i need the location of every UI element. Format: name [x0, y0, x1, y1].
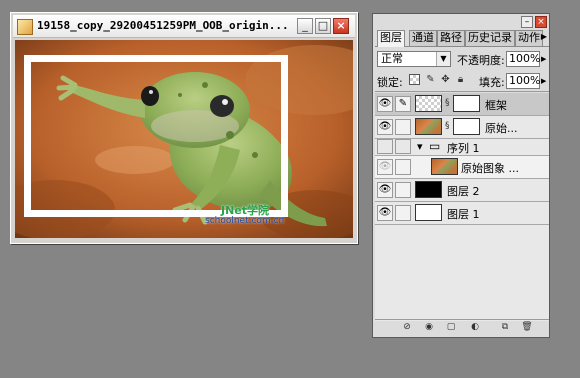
- minimize-button[interactable]: _: [297, 18, 313, 34]
- link-slot[interactable]: [395, 205, 411, 221]
- palette-minimize-button[interactable]: –: [521, 16, 533, 28]
- layer-name: 原始图象 ...: [461, 162, 519, 175]
- layer-row-original-image[interactable]: 👁︎ 原始图象 ...: [375, 156, 549, 179]
- layer-name: 框架: [485, 99, 507, 112]
- palette-bottom-bar: ⊘ ◉ ▢ ◐ ⧉ 🗑︎: [375, 319, 549, 335]
- chain-link-icon[interactable]: §: [445, 98, 450, 108]
- folder-icon: ▭: [429, 139, 441, 153]
- layer-mask-thumbnail[interactable]: [453, 95, 480, 112]
- fill-slider-arrow-icon[interactable]: ▶: [541, 77, 546, 85]
- lock-move-icon[interactable]: ✥: [440, 74, 451, 85]
- palette-tabs: 图层 通道 路径 历史记录 动作 ▶: [375, 30, 549, 47]
- layer-thumbnail: [415, 204, 442, 221]
- tab-channels[interactable]: 通道: [409, 30, 437, 46]
- new-set-icon[interactable]: ◐: [469, 321, 481, 333]
- layer-name: 序列 1: [447, 142, 480, 155]
- lock-label: 锁定:: [377, 76, 403, 89]
- photoshop-document-icon: [17, 19, 33, 35]
- blend-opacity-row: 正常 ▼ 不透明度: 100% ▶: [375, 50, 549, 70]
- tab-layers[interactable]: 图层: [377, 30, 405, 47]
- eye-icon[interactable]: 👁︎: [377, 119, 393, 135]
- layer-row-frame[interactable]: 👁︎ ✎ § 框架: [375, 93, 549, 116]
- fill-input[interactable]: 100%: [506, 73, 540, 89]
- maximize-button[interactable]: □: [315, 18, 331, 34]
- watermark-url: schoolnet.com.cn: [205, 216, 285, 226]
- layer-thumbnail: [431, 158, 458, 175]
- eye-slot[interactable]: [377, 139, 393, 154]
- lock-transparency-icon[interactable]: [409, 74, 420, 85]
- blend-mode-select[interactable]: 正常 ▼: [377, 51, 451, 67]
- blend-mode-value: 正常: [381, 52, 403, 65]
- lock-all-icon[interactable]: 🔒︎: [455, 74, 466, 85]
- layers-list: 👁︎ ✎ § 框架 👁︎ § 原始... ▾ ▭ 序列 1 👁︎ 原始图象 ..…: [375, 93, 549, 321]
- layer-name: 图层 1: [447, 208, 480, 221]
- fill-label: 填充:: [479, 76, 505, 89]
- layer-thumbnail: [415, 181, 442, 198]
- opacity-input[interactable]: 100%: [506, 51, 540, 67]
- brush-link-icon[interactable]: ✎: [395, 96, 411, 112]
- layer-name: 图层 2: [447, 185, 480, 198]
- close-button[interactable]: ×: [333, 18, 349, 34]
- opacity-label: 不透明度:: [457, 54, 505, 67]
- layer-thumbnail: [415, 95, 442, 112]
- lock-fill-row: 锁定: ✎ ✥ 🔒︎ 填充: 100% ▶: [375, 71, 549, 92]
- layer-thumbnail: [415, 118, 442, 135]
- layer-name: 原始...: [485, 122, 518, 135]
- layer-group-row[interactable]: ▾ ▭ 序列 1: [375, 139, 549, 156]
- tab-history[interactable]: 历史记录: [465, 30, 515, 46]
- chevron-down-icon[interactable]: ▼: [436, 52, 450, 66]
- eye-icon[interactable]: 👁︎: [377, 96, 393, 112]
- mask-icon[interactable]: ▢: [445, 321, 457, 333]
- palette-close-button[interactable]: ×: [535, 16, 547, 28]
- document-title: 19158_copy_29200451259PM_OOB_origin...: [37, 19, 289, 32]
- trash-icon[interactable]: 🗑︎: [521, 321, 533, 333]
- link-slot[interactable]: [395, 159, 411, 175]
- palette-title-strip[interactable]: – ×: [373, 14, 549, 30]
- tab-paths[interactable]: 路径: [437, 30, 465, 46]
- link-icon[interactable]: ⊘: [401, 321, 413, 333]
- document-title-bar[interactable]: 19158_copy_29200451259PM_OOB_origin... _…: [13, 15, 355, 38]
- palette-menu-arrow-icon[interactable]: ▶: [541, 32, 547, 41]
- link-slot[interactable]: [395, 182, 411, 198]
- layer-row-layer-1[interactable]: 👁︎ 图层 1: [375, 202, 549, 225]
- eye-icon[interactable]: 👁︎: [377, 182, 393, 198]
- opacity-slider-arrow-icon[interactable]: ▶: [541, 55, 546, 63]
- tab-actions[interactable]: 动作: [515, 30, 543, 46]
- layer-row-original[interactable]: 👁︎ § 原始...: [375, 116, 549, 139]
- group-expand-arrow-icon[interactable]: ▾: [417, 140, 423, 153]
- lock-paint-brush-icon[interactable]: ✎: [425, 74, 436, 85]
- layers-palette[interactable]: – × 图层 通道 路径 历史记录 动作 ▶ 正常 ▼ 不透明度: 100% ▶…: [372, 13, 550, 338]
- eye-icon[interactable]: 👁︎: [377, 205, 393, 221]
- layer-row-layer-2[interactable]: 👁︎ 图层 2: [375, 179, 549, 202]
- white-frame-border: [24, 55, 288, 217]
- new-layer-icon[interactable]: ⧉: [499, 321, 511, 333]
- link-slot[interactable]: [395, 139, 411, 154]
- link-slot[interactable]: [395, 119, 411, 135]
- layer-style-icon[interactable]: ◉: [423, 321, 435, 333]
- chain-link-icon[interactable]: §: [445, 121, 450, 131]
- layer-mask-thumbnail[interactable]: [453, 118, 480, 135]
- image-document-window[interactable]: 19158_copy_29200451259PM_OOB_origin... _…: [10, 12, 358, 244]
- eye-icon[interactable]: 👁︎: [377, 159, 393, 175]
- image-canvas[interactable]: JNet学院 schoolnet.com.cn: [15, 40, 353, 238]
